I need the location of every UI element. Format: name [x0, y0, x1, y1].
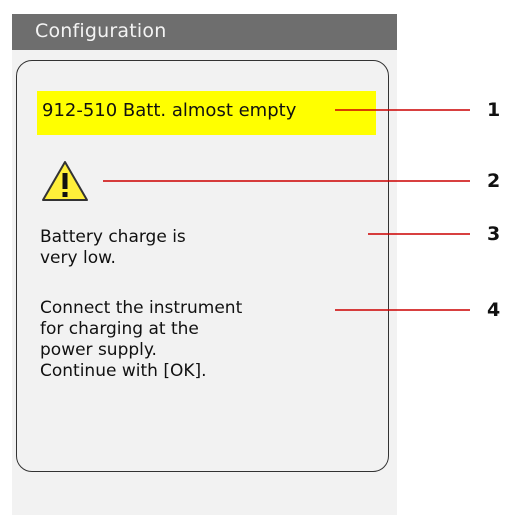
callout-number-4: 4 [487, 299, 501, 321]
callout-number-1: 1 [487, 99, 501, 121]
callout-lines [103, 109, 470, 311]
callout-number-3: 3 [487, 223, 501, 245]
callout-number-2: 2 [487, 170, 501, 192]
